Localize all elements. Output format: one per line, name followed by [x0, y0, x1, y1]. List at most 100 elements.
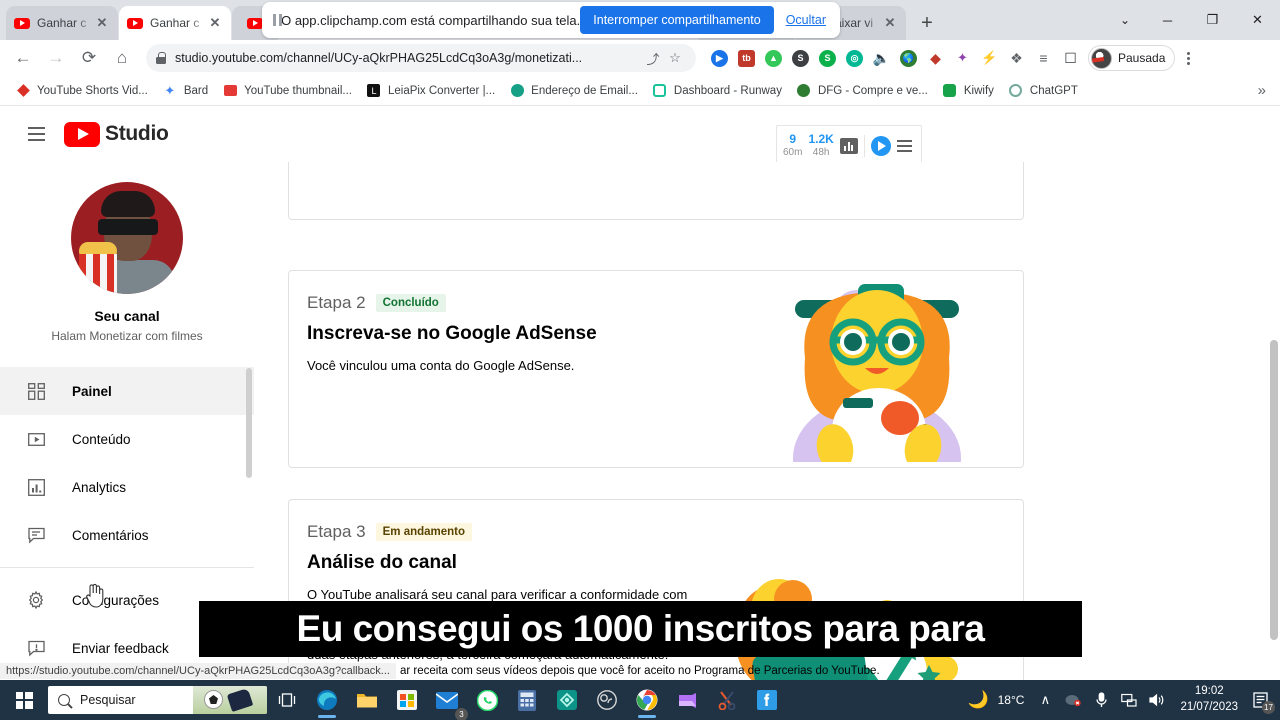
playlist-extension-icon[interactable]: ≡ — [1030, 45, 1057, 71]
hamburger-icon[interactable] — [16, 114, 56, 154]
bookmark-runway[interactable]: Dashboard - Runway — [645, 79, 789, 103]
card-title: Inscreva-se no Google AdSense — [307, 323, 597, 344]
bookmark-dfg[interactable]: DFG - Compre e ve... — [789, 79, 935, 103]
network-icon[interactable] — [1116, 680, 1142, 720]
sidebar-item-conteudo[interactable]: Conteúdo — [0, 415, 254, 463]
profile-button[interactable]: Pausada — [1088, 45, 1176, 71]
notification-center-icon[interactable]: 17 — [1248, 687, 1275, 714]
extensions-bar: ▶ tb ▲ S S ◎ 🔈 🌎 ◆ ✦ ⚡ ❖ ≡ ☐ — [706, 45, 1084, 71]
brave-shield-extension-icon[interactable]: ◆ — [922, 45, 949, 71]
back-icon[interactable]: ← — [8, 43, 38, 73]
analytics-bar-icon — [24, 475, 48, 499]
speaker-extension-icon[interactable]: 🔈 — [868, 45, 895, 71]
go-live-icon[interactable] — [870, 136, 891, 156]
new-tab-button[interactable]: + — [913, 9, 941, 37]
maximize-button[interactable]: ❐ — [1190, 3, 1235, 37]
taskbar-clock[interactable]: 19:02 21/07/2023 — [1172, 684, 1246, 715]
hide-banner-link[interactable]: Ocultar — [786, 13, 826, 27]
metric-label: 48h — [812, 147, 830, 159]
task-view-icon[interactable] — [267, 680, 307, 720]
bookmarks-overflow-icon[interactable]: » — [1258, 82, 1272, 99]
mail-icon[interactable]: 3 — [427, 680, 468, 720]
content-video-icon — [24, 427, 48, 451]
whatsapp-icon[interactable] — [467, 680, 507, 720]
sidebar-item-painel[interactable]: Painel — [0, 367, 254, 415]
side-panel-icon[interactable]: ☐ — [1057, 45, 1084, 71]
weather-temperature: 18°C — [997, 693, 1025, 707]
edge-icon[interactable] — [307, 680, 347, 720]
sparkle-extension-icon[interactable]: ✦ — [949, 45, 976, 71]
antivirus-icon[interactable] — [1060, 680, 1086, 720]
chrome-icon[interactable] — [627, 680, 667, 720]
card-body: Etapa 2 Concluído Inscreva-se no Google … — [289, 271, 1023, 376]
forward-icon[interactable]: → — [41, 43, 71, 73]
bookmark-chatgpt[interactable]: ChatGPT — [1001, 79, 1085, 103]
studio-logo[interactable]: Studio — [64, 121, 169, 147]
globe-extension-icon[interactable]: 🌎 — [895, 45, 922, 71]
bookmark-youtube-shorts[interactable]: YouTube Shorts Vid... — [8, 79, 155, 103]
stop-sharing-button[interactable]: Interromper compartilhamento — [580, 6, 774, 34]
tab-search-icon[interactable]: ⌄ — [1105, 3, 1145, 37]
lightning-extension-icon[interactable]: ⚡ — [976, 45, 1003, 71]
sidebar-item-comentarios[interactable]: Comentários — [0, 511, 254, 559]
home-icon[interactable]: ⌂ — [107, 43, 137, 73]
microsoft-store-icon[interactable] — [387, 680, 427, 720]
puzzle-extension-icon[interactable]: ❖ — [1003, 45, 1030, 71]
browser-tab-2-active[interactable]: Ganhar c ✕ — [119, 6, 231, 40]
bookmark-email[interactable]: Endereço de Email... — [502, 79, 645, 103]
tab-title: Ganhar c — [37, 16, 87, 30]
realtime-metrics-widget[interactable]: 9 60m 1.2K 48h — [776, 125, 922, 167]
reload-icon[interactable]: ⟳ — [74, 43, 104, 73]
close-icon[interactable]: ✕ — [94, 15, 110, 31]
obs-icon[interactable] — [587, 680, 627, 720]
teal-app-icon[interactable] — [547, 680, 587, 720]
chrome-menu-icon[interactable] — [1175, 45, 1201, 71]
browser-toolbar: ← → ⟳ ⌂ studio.youtube.com/channel/UCy-a… — [0, 40, 1280, 76]
file-explorer-icon[interactable] — [347, 680, 387, 720]
notification-count-badge: 17 — [1262, 701, 1275, 714]
close-icon[interactable]: ✕ — [882, 15, 898, 31]
bookmark-kiwify[interactable]: Kiwify — [935, 79, 1001, 103]
facebook-icon[interactable] — [747, 680, 787, 720]
address-bar[interactable]: studio.youtube.com/channel/UCy-aQkrPHAG2… — [146, 44, 696, 72]
clipchamp-icon[interactable] — [667, 680, 707, 720]
main-scrollbar[interactable] — [1270, 340, 1278, 640]
microphone-icon[interactable] — [1088, 680, 1114, 720]
volume-icon[interactable] — [1144, 680, 1170, 720]
start-button[interactable] — [0, 680, 48, 720]
sidebar-label: Comentários — [72, 527, 149, 543]
analytics-bar-icon[interactable] — [839, 138, 858, 154]
close-window-button[interactable]: ✕ — [1235, 3, 1280, 37]
sidebar-item-analytics[interactable]: Analytics — [0, 463, 254, 511]
teal-target-extension-icon[interactable]: ◎ — [841, 45, 868, 71]
status-badge: Em andamento — [375, 523, 473, 541]
close-icon[interactable]: ✕ — [207, 15, 223, 31]
sidebar-label: Painel — [72, 383, 112, 399]
bookmark-leiapix[interactable]: L LeiaPix Converter |... — [359, 79, 502, 103]
green-shield-extension-icon[interactable]: ▲ — [760, 45, 787, 71]
tb-red-extension-icon[interactable]: tb — [733, 45, 760, 71]
bookmark-youtube-thumbnail[interactable]: YouTube thumbnail... — [215, 79, 359, 103]
clock-time: 19:02 — [1194, 685, 1224, 698]
minimize-button[interactable]: ─ — [1145, 3, 1190, 37]
dark-circle-extension-icon[interactable]: S — [787, 45, 814, 71]
bookmark-star-icon[interactable]: ☆ — [664, 47, 686, 69]
status-badge: Concluído — [375, 294, 446, 312]
money-green-extension-icon[interactable]: S — [814, 45, 841, 71]
sidebar-scrollbar[interactable] — [246, 368, 252, 478]
video-subtitle-overlay: Eu consegui os 1000 inscritos para para — [199, 601, 1082, 657]
blue-play-extension-icon[interactable]: ▶ — [706, 45, 733, 71]
chevron-up-icon[interactable]: ∧ — [1032, 680, 1058, 720]
calculator-icon[interactable] — [507, 680, 547, 720]
menu-lines-icon[interactable] — [896, 140, 912, 152]
browser-tab-1[interactable]: Ganhar c ✕ — [6, 6, 118, 40]
dashboard-icon — [24, 379, 48, 403]
channel-avatar[interactable] — [71, 182, 183, 294]
share-icon[interactable]: ⤴ — [642, 47, 664, 69]
metric-value: 1.2K — [808, 132, 834, 147]
bookmark-bard[interactable]: ✦ Bard — [155, 79, 215, 103]
taskbar-search-box[interactable]: Pesquisar — [48, 686, 267, 714]
bookmarks-bar: YouTube Shorts Vid... ✦ Bard YouTube thu… — [0, 76, 1280, 106]
snipping-tool-icon[interactable] — [707, 680, 747, 720]
divider — [863, 135, 865, 157]
